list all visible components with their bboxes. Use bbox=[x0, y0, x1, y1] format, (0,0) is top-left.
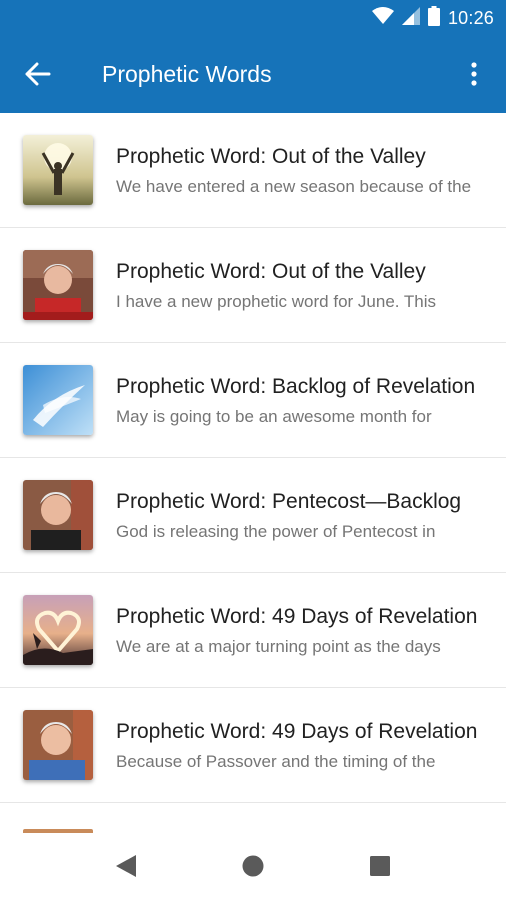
list-item[interactable]: Prophetic Word: Pentecost—Backlog God is… bbox=[0, 458, 506, 573]
item-thumbnail bbox=[23, 250, 93, 320]
square-recents-icon bbox=[369, 855, 391, 882]
item-subtitle: I have a new prophetic word for June. Th… bbox=[116, 292, 437, 311]
system-nav-bar bbox=[0, 833, 506, 900]
overflow-menu-button[interactable] bbox=[456, 56, 492, 96]
item-title: Prophetic Word: Pentecost—Backlog bbox=[116, 490, 462, 513]
list-item[interactable]: Prophetic Word: Out of the Valley I have… bbox=[0, 228, 506, 343]
item-title: Prophetic Word: Out of the Valley bbox=[116, 145, 426, 168]
nav-back-button[interactable] bbox=[111, 853, 141, 883]
status-time: 10:26 bbox=[447, 7, 494, 28]
status-bar: 10:26 bbox=[0, 0, 506, 36]
item-title: Prophetic Word: Backlog of Revelation bbox=[116, 375, 476, 398]
item-title: Prophetic Word: 49 Days of Revelation bbox=[116, 720, 478, 743]
item-title: Prophetic Word: Out of the Valley bbox=[116, 260, 426, 283]
list-item[interactable]: Prophetic Word: 49 Days of Revelation Be… bbox=[0, 688, 506, 803]
wifi-icon bbox=[371, 6, 394, 30]
back-button[interactable] bbox=[18, 56, 58, 96]
cellular-signal-icon bbox=[401, 6, 420, 30]
item-subtitle: Because of Passover and the timing of th… bbox=[116, 752, 436, 771]
prophetic-words-list: Prophetic Word: Out of the Valley We hav… bbox=[0, 113, 506, 833]
item-title: Prophetic Word: 49 Days of Revelation bbox=[116, 605, 478, 628]
arrow-back-icon bbox=[25, 62, 51, 91]
battery-icon bbox=[427, 5, 440, 31]
list-item[interactable]: Prophetic Word: 49 Days of Revelation We… bbox=[0, 573, 506, 688]
triangle-back-icon bbox=[115, 854, 137, 883]
item-subtitle: May is going to be an awesome month for bbox=[116, 407, 432, 426]
item-subtitle: We have entered a new season because of … bbox=[116, 177, 472, 196]
list-item[interactable]: Prophetic Word: Backlog of Revelation Ma… bbox=[0, 343, 506, 458]
more-vert-icon bbox=[471, 61, 477, 91]
circle-home-icon bbox=[241, 854, 265, 883]
page-title: Prophetic Words bbox=[102, 61, 272, 87]
item-subtitle: We are at a major turning point as the d… bbox=[116, 637, 441, 656]
item-thumbnail bbox=[23, 480, 93, 550]
item-thumbnail bbox=[23, 595, 93, 665]
list-item[interactable]: Prophetic Word: Out of the Valley We hav… bbox=[0, 113, 506, 228]
item-thumbnail bbox=[23, 135, 93, 205]
app-bar: Prophetic Words bbox=[0, 36, 506, 113]
item-subtitle: God is releasing the power of Pentecost … bbox=[116, 522, 436, 541]
nav-recents-button[interactable] bbox=[365, 853, 395, 883]
item-thumbnail bbox=[23, 710, 93, 780]
nav-home-button[interactable] bbox=[238, 853, 268, 883]
item-thumbnail bbox=[23, 365, 93, 435]
